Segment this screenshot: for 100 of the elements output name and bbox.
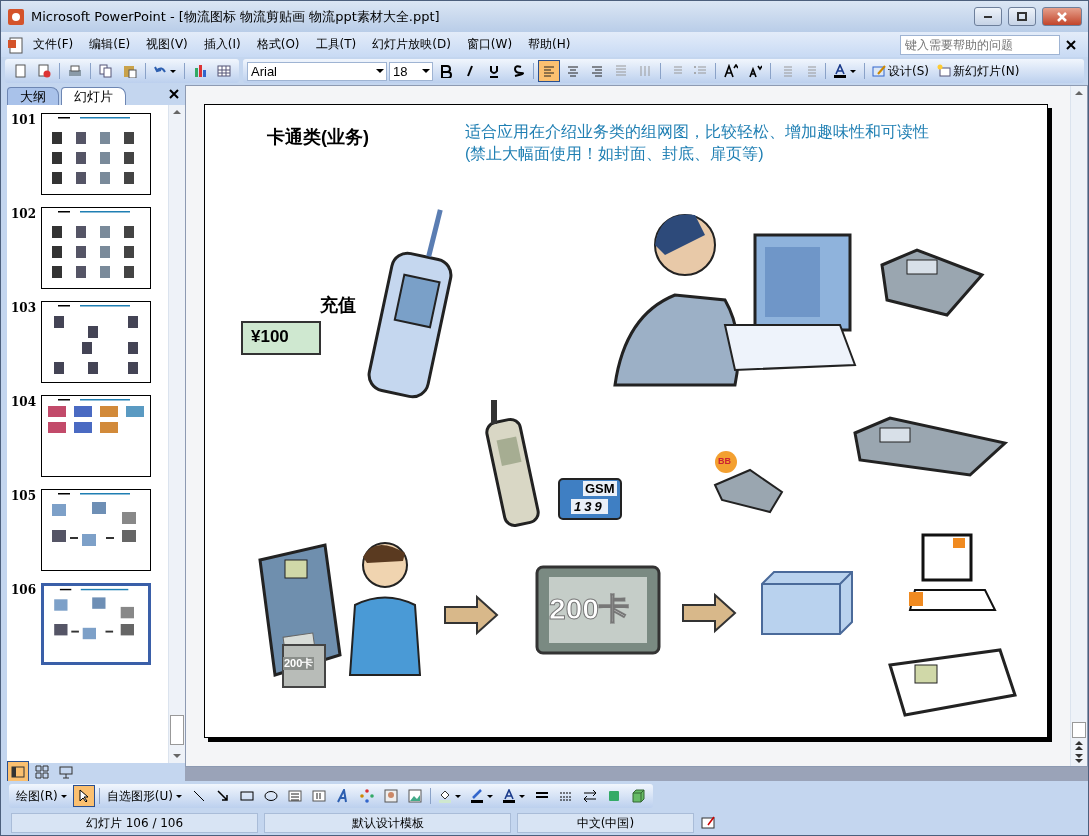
slide-thumbnail[interactable] — [41, 583, 151, 665]
arrow-drawing — [443, 595, 499, 635]
font-name-field[interactable]: Arial — [247, 61, 387, 81]
arrow-icon — [215, 789, 230, 803]
scrollbar-thumb[interactable] — [170, 715, 184, 745]
close-button[interactable] — [1042, 7, 1082, 26]
slide-thumbnail[interactable] — [41, 489, 151, 571]
new-slide-button[interactable]: 新幻灯片(N) — [934, 60, 1023, 82]
screen-text: 200卡 — [549, 591, 630, 627]
clip-art-icon — [383, 789, 398, 803]
autoshapes-button[interactable]: 自选图形(U) — [103, 785, 186, 807]
slide-thumbnail[interactable] — [41, 301, 151, 383]
close-icon — [167, 87, 181, 101]
dashed-line-icon — [558, 789, 573, 803]
phone-card-text: 200卡 — [283, 657, 315, 671]
arrow-drawing — [681, 593, 737, 633]
align-button[interactable] — [538, 60, 560, 82]
slide-label: 充值 — [320, 294, 356, 317]
align-left-icon — [542, 64, 556, 78]
menu-item[interactable]: 视图(V) — [138, 33, 196, 56]
cube-icon — [630, 789, 645, 803]
spelling-check-icon — [700, 815, 716, 831]
line-icon — [191, 789, 206, 803]
projector-icon — [59, 765, 73, 779]
scrollbar-thumb[interactable] — [1072, 722, 1086, 738]
printer-icon — [68, 64, 82, 78]
design-button[interactable]: 设计(S) — [869, 60, 932, 82]
text-box-icon — [287, 789, 302, 803]
slide-number: 105 — [11, 489, 37, 505]
draw-menu-button[interactable]: 绘图(R) — [13, 785, 71, 807]
design-icon — [872, 64, 886, 78]
app-icon — [7, 7, 25, 26]
grow-font-icon — [724, 64, 738, 78]
diagram-icon — [359, 789, 374, 803]
table-icon — [217, 64, 231, 78]
minimize-icon — [984, 15, 992, 18]
pager-label: BB — [718, 456, 731, 466]
slide-number: 101 — [11, 113, 37, 129]
menu-item[interactable]: 窗口(W) — [458, 33, 521, 56]
page-with-minus-icon — [37, 64, 51, 78]
double-arrow-icon — [582, 789, 597, 803]
banknote-value: ¥100 — [251, 327, 289, 347]
slide-description: 适合应用在介绍业务类的组网图，比较轻松、增加趣味性和可读性 — [465, 122, 929, 142]
slide-number: 102 — [11, 207, 37, 223]
font-color-icon — [833, 64, 847, 78]
underline-icon — [487, 64, 501, 78]
select-pointer-button[interactable] — [72, 785, 95, 807]
slide-number: 104 — [11, 395, 37, 411]
pane-tab[interactable]: 大纲 — [7, 87, 59, 105]
pointer-icon — [76, 789, 91, 803]
menu-item[interactable]: 插入(I) — [195, 33, 249, 56]
page-icon — [13, 64, 27, 78]
slide-thumbnail[interactable] — [41, 395, 151, 477]
status-field: 默认设计模板 — [264, 813, 511, 833]
menu-item[interactable]: 编辑(E) — [81, 33, 139, 56]
pane-tab[interactable]: 幻灯片 — [61, 87, 126, 105]
slide-thumbnail[interactable] — [41, 113, 151, 195]
menu-item[interactable]: 幻灯片放映(D) — [364, 33, 459, 56]
normal-view-button[interactable] — [7, 761, 29, 783]
grid-view-icon — [35, 765, 49, 779]
text-spacing-icon — [614, 64, 628, 78]
rectangle-icon — [239, 789, 254, 803]
picture-icon — [407, 789, 422, 803]
oval-icon — [263, 789, 278, 803]
slide-number: 103 — [11, 301, 37, 317]
sim-card-number: 139 — [571, 499, 608, 514]
copy-icon — [99, 64, 113, 78]
minimize-button[interactable] — [974, 7, 1002, 26]
slide-title: 卡通类(业务) — [267, 126, 369, 149]
close-icon — [1055, 9, 1069, 24]
font-size-field[interactable]: 18 — [389, 61, 433, 81]
clipboard-icon — [123, 64, 137, 78]
bar-chart-icon — [193, 64, 207, 78]
maximize-button[interactable] — [1008, 7, 1036, 26]
close-icon — [1064, 37, 1078, 52]
pen-icon — [469, 789, 484, 803]
shadow-icon — [511, 64, 525, 78]
align-right-icon — [590, 64, 604, 78]
status-field: 幻灯片 106 / 106 — [11, 813, 258, 833]
menu-item[interactable]: 格式(O) — [248, 33, 308, 56]
slide-number: 106 — [11, 583, 37, 599]
normal-view-icon — [11, 765, 25, 779]
wordart-icon — [335, 789, 350, 803]
maximize-icon — [1015, 9, 1029, 24]
menu-item[interactable]: 工具(T) — [307, 33, 365, 56]
shrink-font-icon — [748, 64, 762, 78]
vertical-text-box-icon — [311, 789, 326, 803]
line-spacing-icon — [638, 64, 652, 78]
slide-description: (禁止大幅面使用！如封面、封底、扉页等) — [465, 144, 765, 164]
menu-item[interactable]: 帮助(H) — [520, 33, 579, 56]
status-field: 中文(中国) — [517, 813, 694, 833]
menu-item[interactable]: 文件(F) — [25, 33, 82, 56]
help-search-field[interactable]: 键入需要帮助的问题 — [900, 34, 1060, 55]
new-slide-icon — [937, 64, 951, 78]
sim-card-label: GSM — [583, 481, 617, 496]
slide-thumbnail[interactable] — [41, 207, 151, 289]
bold-icon — [439, 64, 453, 78]
window-title: Microsoft PowerPoint - [物流图标 物流剪贴画 物流ppt素材大全.ppt] — [31, 7, 441, 26]
document-icon — [7, 35, 25, 54]
font-color-icon — [501, 789, 516, 803]
